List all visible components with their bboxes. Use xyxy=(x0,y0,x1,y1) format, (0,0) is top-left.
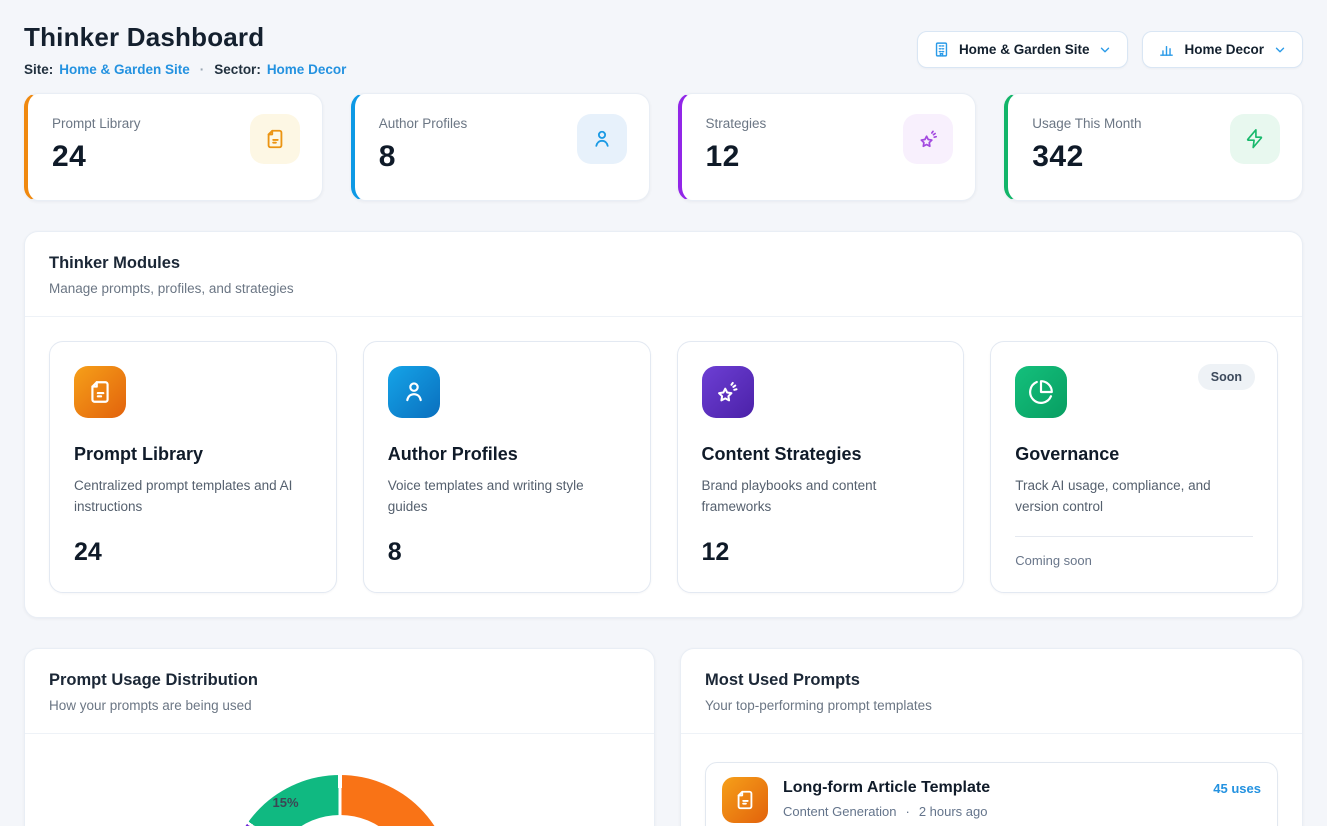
page-title: Thinker Dashboard xyxy=(24,22,346,53)
stats-row: Prompt Library 24 Author Profiles 8 Stra… xyxy=(24,93,1303,201)
module-card-governance[interactable]: Soon Governance Track AI usage, complian… xyxy=(990,341,1278,593)
module-title: Author Profiles xyxy=(388,444,626,465)
breadcrumb-dot: · xyxy=(200,62,205,77)
divider xyxy=(1015,536,1253,537)
prompt-list-item[interactable]: Long-form Article Template Content Gener… xyxy=(705,762,1278,826)
modules-grid: Prompt Library Centralized prompt templa… xyxy=(25,317,1302,617)
star-sparkle-icon xyxy=(702,366,754,418)
donut-segment-label: 15% xyxy=(273,795,299,810)
module-title: Content Strategies xyxy=(702,444,940,465)
usage-distribution-panel: Prompt Usage Distribution How your promp… xyxy=(24,648,655,826)
module-footer: Coming soon xyxy=(1015,553,1253,568)
breadcrumb: Site: Home & Garden Site · Sector: Home … xyxy=(24,62,346,77)
soon-badge: Soon xyxy=(1198,364,1255,390)
usage-panel-subtitle: How your prompts are being used xyxy=(49,698,630,713)
stat-card-prompt-library: Prompt Library 24 xyxy=(24,93,323,201)
header: Thinker Dashboard Site: Home & Garden Si… xyxy=(24,22,1303,77)
module-description: Brand playbooks and content frameworks xyxy=(702,476,940,520)
donut-chart: 15% xyxy=(25,734,654,826)
module-card-author-profiles[interactable]: Author Profiles Voice templates and writ… xyxy=(363,341,651,593)
sector-link[interactable]: Home Decor xyxy=(267,62,347,77)
prompt-time: 2 hours ago xyxy=(919,804,988,819)
user-icon xyxy=(388,366,440,418)
site-label: Site: xyxy=(24,62,53,77)
building-icon xyxy=(933,41,950,58)
module-count: 24 xyxy=(74,538,312,567)
module-description: Voice templates and writing style guides xyxy=(388,476,626,520)
site-selector-label: Home & Garden Site xyxy=(959,42,1090,57)
most-used-prompts-panel: Most Used Prompts Your top-performing pr… xyxy=(680,648,1303,826)
header-actions: Home & Garden Site Home Decor xyxy=(917,31,1303,68)
pie-chart-icon xyxy=(1015,366,1067,418)
donut-ring: 15% xyxy=(227,775,453,826)
sector-label: Sector: xyxy=(214,62,261,77)
user-icon xyxy=(577,114,627,164)
usage-panel-title: Prompt Usage Distribution xyxy=(49,671,630,690)
prompts-panel-header: Most Used Prompts Your top-performing pr… xyxy=(681,649,1302,734)
file-text-icon xyxy=(250,114,300,164)
prompt-uses-badge: 45 uses xyxy=(1213,777,1261,796)
prompts-panel-subtitle: Your top-performing prompt templates xyxy=(705,698,1278,713)
prompt-meta: Content Generation · 2 hours ago xyxy=(783,804,1198,819)
modules-panel-subtitle: Manage prompts, profiles, and strategies xyxy=(49,281,1278,296)
stat-card-strategies: Strategies 12 xyxy=(678,93,977,201)
module-title: Prompt Library xyxy=(74,444,312,465)
sector-selector-label: Home Decor xyxy=(1184,42,1264,57)
star-sparkle-icon xyxy=(903,114,953,164)
stat-card-author-profiles: Author Profiles 8 xyxy=(351,93,650,201)
header-titles: Thinker Dashboard Site: Home & Garden Si… xyxy=(24,22,346,77)
stat-card-usage: Usage This Month 342 xyxy=(1004,93,1303,201)
meta-dot: · xyxy=(905,804,909,819)
site-link[interactable]: Home & Garden Site xyxy=(59,62,190,77)
bottom-row: Prompt Usage Distribution How your promp… xyxy=(24,648,1303,826)
modules-panel-header: Thinker Modules Manage prompts, profiles… xyxy=(25,232,1302,317)
site-selector-button[interactable]: Home & Garden Site xyxy=(917,31,1129,68)
module-title: Governance xyxy=(1015,444,1253,465)
bolt-icon xyxy=(1230,114,1280,164)
module-description: Track AI usage, compliance, and version … xyxy=(1015,476,1253,520)
file-text-icon xyxy=(74,366,126,418)
module-count: 8 xyxy=(388,538,626,567)
chevron-down-icon xyxy=(1273,43,1287,57)
module-count: 12 xyxy=(702,538,940,567)
dashboard-page: Thinker Dashboard Site: Home & Garden Si… xyxy=(0,0,1327,826)
thinker-modules-panel: Thinker Modules Manage prompts, profiles… xyxy=(24,231,1303,618)
modules-panel-title: Thinker Modules xyxy=(49,254,1278,273)
prompt-category: Content Generation xyxy=(783,804,896,819)
module-description: Centralized prompt templates and AI inst… xyxy=(74,476,312,520)
module-card-content-strategies[interactable]: Content Strategies Brand playbooks and c… xyxy=(677,341,965,593)
prompt-title: Long-form Article Template xyxy=(783,779,1198,797)
prompt-list: Long-form Article Template Content Gener… xyxy=(681,734,1302,826)
prompt-info: Long-form Article Template Content Gener… xyxy=(783,777,1198,819)
sector-selector-button[interactable]: Home Decor xyxy=(1142,31,1303,68)
prompts-panel-title: Most Used Prompts xyxy=(705,671,1278,690)
module-card-prompt-library[interactable]: Prompt Library Centralized prompt templa… xyxy=(49,341,337,593)
usage-panel-header: Prompt Usage Distribution How your promp… xyxy=(25,649,654,734)
bar-chart-icon xyxy=(1158,41,1175,58)
chevron-down-icon xyxy=(1098,43,1112,57)
file-text-icon xyxy=(722,777,768,823)
